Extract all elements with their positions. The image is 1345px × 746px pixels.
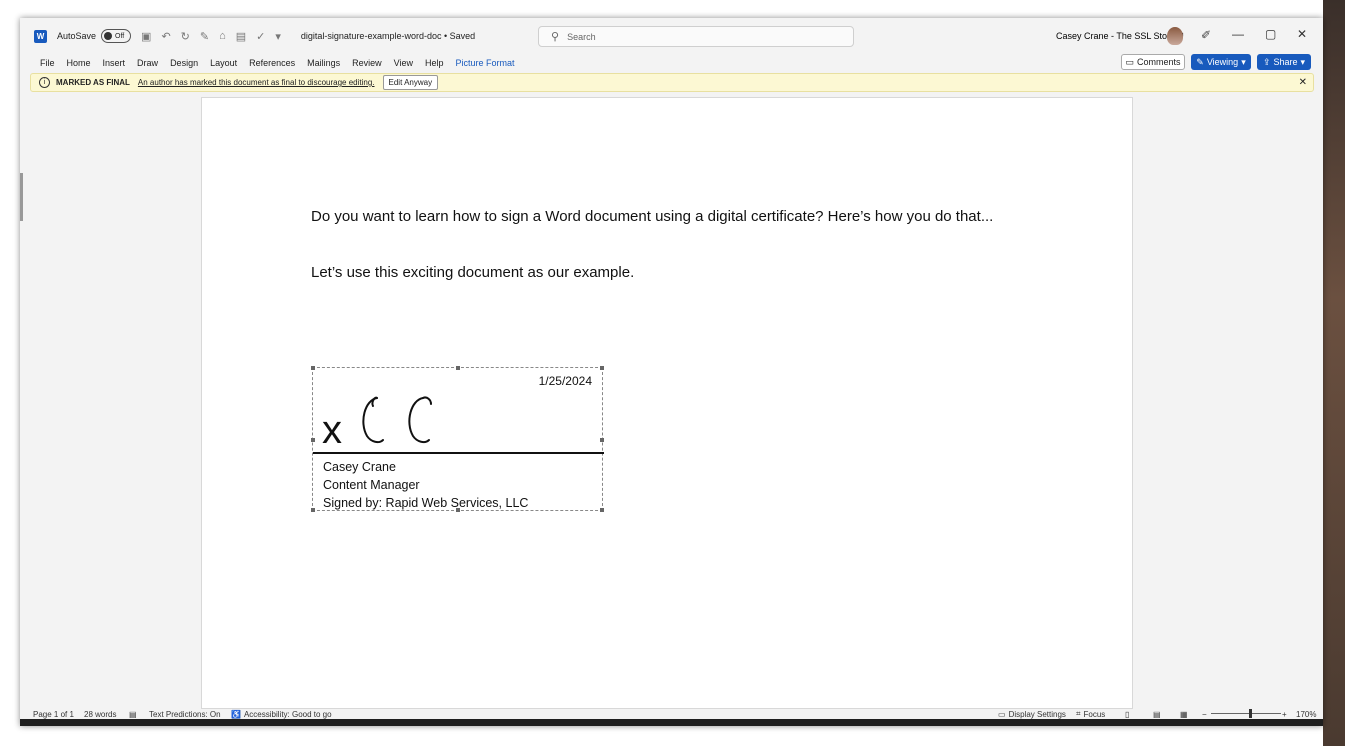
tab-file[interactable]: File — [34, 58, 61, 68]
print-layout-icon[interactable]: ▤ — [1153, 710, 1161, 719]
resize-handle[interactable] — [600, 508, 604, 512]
read-aloud-icon[interactable]: ▤ — [236, 30, 246, 43]
word-window: W AutoSave Off ▣ ↶ ↻ ✎ ⌂ ▤ ✓ ▾ digital-s… — [20, 18, 1323, 726]
tab-layout[interactable]: Layout — [204, 58, 243, 68]
resize-handle[interactable] — [600, 438, 604, 442]
resize-handle[interactable] — [311, 438, 315, 442]
tab-review[interactable]: Review — [346, 58, 388, 68]
search-icon: ⚲ — [551, 31, 560, 43]
minimize-icon[interactable]: — — [1232, 27, 1244, 41]
focus-icon: ⌗ — [1076, 709, 1081, 718]
signed-by: Signed by: Rapid Web Services, LLC — [323, 496, 529, 510]
tab-view[interactable]: View — [388, 58, 419, 68]
display-icon: ▭ — [998, 709, 1006, 719]
toggle-knob-icon — [104, 32, 113, 40]
word-count[interactable]: 28 words — [84, 710, 116, 719]
draw-icon[interactable]: ⌂ — [219, 30, 226, 42]
comments-label: Comments — [1137, 57, 1181, 67]
signature-date: 1/25/2024 — [538, 374, 592, 388]
accessibility-label: Accessibility: Good to go — [243, 709, 332, 719]
zoom-slider[interactable] — [1211, 713, 1281, 714]
focus-label: Focus — [1083, 709, 1106, 719]
resize-handle[interactable] — [456, 366, 460, 370]
read-mode-icon[interactable]: ▯ — [1125, 710, 1129, 719]
viewing-label: Viewing — [1206, 57, 1239, 67]
comments-button[interactable]: ▭ Comments — [1121, 54, 1185, 70]
web-layout-icon[interactable]: ▦ — [1180, 710, 1188, 719]
zoom-level[interactable]: 170% — [1296, 710, 1316, 719]
word-logo-icon: W — [34, 29, 47, 43]
tab-references[interactable]: References — [243, 58, 301, 68]
resize-handle[interactable] — [311, 508, 315, 512]
share-button[interactable]: ⇪ Share ▾ — [1257, 54, 1311, 70]
info-icon: i — [39, 77, 50, 88]
marked-final-infobar: i MARKED AS FINAL An author has marked t… — [30, 73, 1314, 92]
signature-rule — [313, 452, 604, 454]
tab-design[interactable]: Design — [164, 58, 204, 68]
zoom-in-icon[interactable]: + — [1282, 710, 1287, 719]
page-count[interactable]: Page 1 of 1 — [33, 710, 74, 719]
autosave-label: AutoSave — [57, 31, 97, 41]
redo-icon[interactable]: ↻ — [181, 30, 190, 43]
display-settings-label: Display Settings — [1008, 709, 1066, 719]
restore-icon[interactable]: ▢ — [1265, 27, 1276, 41]
focus-button[interactable]: ⌗ Focus — [1076, 709, 1105, 719]
display-settings-button[interactable]: ▭ Display Settings — [998, 710, 1066, 719]
edit-anyway-button[interactable]: Edit Anyway — [382, 75, 439, 90]
account-name[interactable]: Casey Crane - The SSL Store™ — [1056, 31, 1184, 41]
zoom-out-icon[interactable]: − — [1202, 710, 1207, 719]
signer-title: Content Manager — [323, 478, 420, 492]
document-title[interactable]: digital-signature-example-word-doc • Sav… — [301, 31, 475, 41]
customize-toolbar-icon[interactable]: ▾ — [275, 30, 281, 43]
signer-name: Casey Crane — [323, 460, 396, 474]
taskbar-edge — [20, 719, 1323, 726]
tab-home[interactable]: Home — [61, 58, 97, 68]
zoom-slider-thumb[interactable] — [1249, 709, 1252, 718]
viewing-mode-button[interactable]: ✎ Viewing ▾ — [1191, 54, 1251, 70]
chevron-down-icon: ▾ — [1300, 56, 1306, 67]
signature-line-box[interactable]: 1/25/2024 x Casey Crane Content Manager … — [311, 366, 604, 512]
search-placeholder: Search — [567, 31, 596, 42]
avatar[interactable] — [1167, 27, 1183, 45]
signature-x-mark: x — [322, 408, 342, 452]
resize-handle[interactable] — [311, 366, 315, 370]
tab-picture-format[interactable]: Picture Format — [450, 58, 521, 68]
paragraph-example: Let’s use this exciting document as our … — [311, 264, 635, 281]
accessibility-status[interactable]: ♿ Accessibility: Good to go — [231, 710, 332, 719]
editor-icon[interactable]: ✓ — [256, 30, 265, 43]
accessibility-icon: ♿ — [231, 709, 241, 719]
scroll-indicator[interactable] — [20, 173, 23, 221]
save-icon[interactable]: ▣ — [141, 30, 151, 43]
pen-icon[interactable]: ✐ — [1201, 28, 1211, 42]
close-icon[interactable]: ✕ — [1299, 77, 1307, 88]
share-icon: ⇪ — [1262, 56, 1271, 67]
desktop-background — [1323, 0, 1345, 746]
autosave-state: Off — [115, 32, 125, 40]
tab-help[interactable]: Help — [419, 58, 450, 68]
handwritten-signature — [362, 396, 432, 444]
document-page[interactable]: Do you want to learn how to sign a Word … — [201, 97, 1133, 709]
close-icon[interactable]: ✕ — [1297, 27, 1307, 41]
format-painter-icon[interactable]: ✎ — [200, 30, 209, 43]
proofing-icon[interactable]: ▤ — [129, 710, 137, 719]
paragraph-intro: Do you want to learn how to sign a Word … — [311, 208, 994, 225]
infobar-message-link[interactable]: An author has marked this document as fi… — [138, 78, 375, 87]
search-input[interactable]: ⚲ Search — [538, 26, 854, 47]
tab-mailings[interactable]: Mailings — [301, 58, 346, 68]
viewing-icon: ✎ — [1196, 56, 1204, 67]
tab-insert[interactable]: Insert — [97, 58, 132, 68]
comment-icon: ▭ — [1125, 56, 1134, 67]
text-predictions[interactable]: Text Predictions: On — [149, 710, 221, 719]
share-label: Share — [1273, 57, 1298, 67]
infobar-title: MARKED AS FINAL — [56, 78, 130, 87]
tab-draw[interactable]: Draw — [131, 58, 164, 68]
resize-handle[interactable] — [600, 366, 604, 370]
undo-icon[interactable]: ↶ — [161, 30, 170, 43]
chevron-down-icon: ▾ — [1241, 56, 1246, 67]
autosave-toggle[interactable]: Off — [101, 29, 132, 43]
